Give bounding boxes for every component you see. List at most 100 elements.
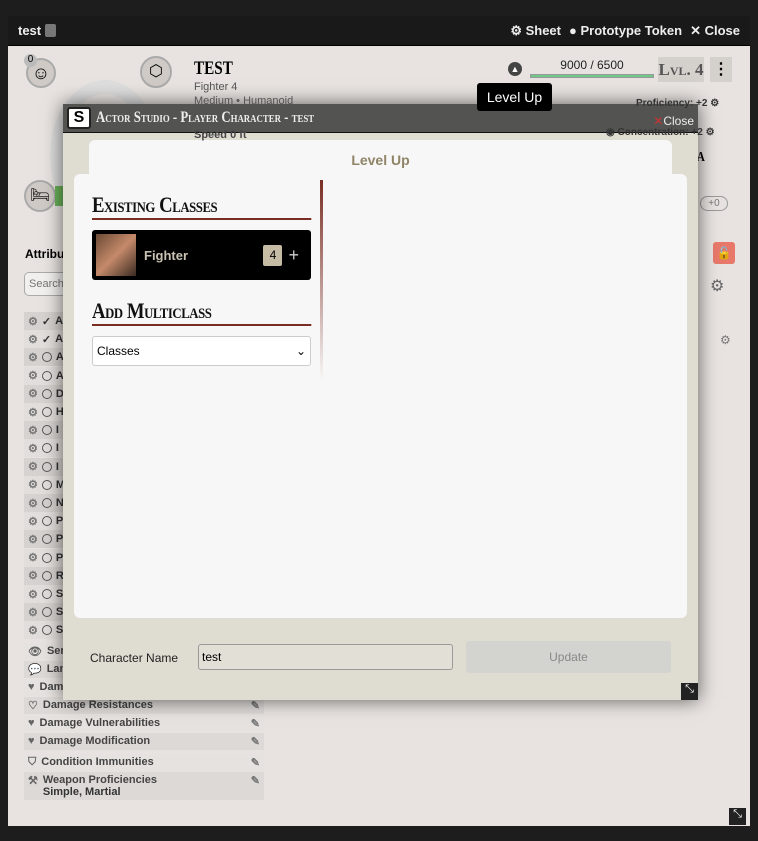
window-header: test ⚙ Sheet ● Prototype Token ✕ Close (8, 16, 750, 46)
classes-select[interactable]: Classes ⌄ (92, 336, 311, 366)
pencil-icon[interactable]: ✎ (251, 717, 260, 730)
gear-icon[interactable]: ⚙ (710, 276, 724, 296)
character-name: TEST (194, 58, 233, 79)
d20-icon[interactable]: ⬡ (140, 56, 172, 88)
gear-icon[interactable]: ⚙ (28, 315, 38, 328)
close-icon: ✕ (653, 114, 664, 128)
trait-label: Weapon Proficiencies (42, 774, 157, 786)
shield-icon: ⛉ (28, 756, 37, 768)
sheet-button[interactable]: ⚙ Sheet (510, 23, 561, 39)
radio-icon[interactable] (41, 625, 52, 636)
radio-icon[interactable] (41, 443, 52, 454)
update-button[interactable]: Update (466, 641, 671, 673)
trait-text: Weapon Proficiencies Simple, Martial (43, 774, 157, 798)
trait-row[interactable]: ⚒ Weapon Proficiencies Simple, Martial ✎ (24, 772, 264, 800)
token-icon (45, 24, 57, 37)
dialog-title: Actor Studio - Player Character - test (96, 109, 315, 126)
trait-value: Simple, Martial (42, 786, 121, 798)
heart-outline-icon: ♡ (28, 700, 38, 712)
window-title: test (18, 23, 42, 38)
gear-icon[interactable]: ⚙ (720, 333, 731, 347)
radio-icon[interactable] (41, 461, 52, 472)
existing-classes-heading: Existing Classes (92, 192, 312, 220)
cha-mod[interactable]: +0 (700, 196, 728, 211)
level-up-tooltip: Level Up (477, 83, 552, 111)
trait-row[interactable]: ⛉ Condition Immunities ✎ (24, 754, 264, 771)
radio-icon[interactable] (41, 589, 52, 599)
radio-icon[interactable] (41, 407, 52, 417)
xp-up-icon[interactable]: ▲ (508, 62, 522, 76)
gear-icon[interactable]: ⚙ (28, 369, 38, 382)
character-speed: Speed 0 ft (194, 129, 247, 141)
radio-icon[interactable] (41, 479, 52, 490)
gear-icon[interactable]: ⚙ (28, 551, 38, 564)
radio-icon[interactable] (41, 388, 52, 399)
gear-icon[interactable]: ⚙ (28, 624, 38, 637)
lock-button[interactable]: 🔓 (713, 242, 735, 264)
gear-icon[interactable]: ⚙ (28, 588, 38, 601)
xp-value[interactable]: 9000 / 6500 (530, 58, 654, 72)
sheet-label: Sheet (525, 22, 561, 38)
close-label: Close (704, 22, 740, 38)
gear-icon[interactable]: ⚙ (28, 424, 38, 437)
attribute-name: A (55, 333, 64, 346)
broken-heart-icon: ♥ (28, 717, 35, 729)
class-item-fighter[interactable]: Fighter 4 + (92, 230, 311, 280)
pencil-icon[interactable]: ✎ (251, 735, 260, 748)
level-up-panel: Existing Classes Fighter 4 + Add Multicl… (74, 174, 687, 618)
trait-row[interactable]: ♥ Damage Vulnerabilities ✎ (24, 715, 264, 732)
radio-icon[interactable] (41, 570, 52, 581)
radio-icon[interactable] (41, 516, 52, 527)
actor-studio-logo: S (67, 107, 91, 129)
class-level: 4 (263, 244, 283, 266)
trait-row[interactable]: ♥ Damage Modification ✎ (24, 733, 264, 750)
resize-handle-icon[interactable]: ⤡ (729, 808, 746, 825)
gear-icon[interactable]: ⚙ (28, 442, 38, 455)
attribute-name: I (55, 424, 59, 437)
add-level-button[interactable]: + (288, 245, 299, 266)
concentration-label: Concentration: (617, 127, 689, 138)
more-options-icon[interactable]: ⋮ (710, 57, 732, 82)
check-icon[interactable]: ✓ (42, 333, 51, 346)
level-button[interactable]: Lvl. 4 (658, 57, 704, 82)
gear-icon[interactable]: ⚙ (28, 515, 38, 528)
dialog-close-button[interactable]: ✕Close (653, 114, 694, 128)
radio-icon[interactable] (41, 370, 52, 381)
character-name-input[interactable] (198, 644, 453, 670)
concentration: ◉ Concentration: +2 ⚙ (606, 127, 715, 138)
pencil-icon[interactable]: ✎ (251, 774, 260, 787)
radio-icon[interactable] (41, 534, 52, 545)
gear-icon[interactable]: ⚙ (28, 569, 38, 582)
gear-icon[interactable]: ⚙ (28, 606, 38, 619)
trait-text: Damage Resistances (43, 699, 153, 711)
character-name-label: Character Name (90, 651, 179, 665)
attribute-name: I (55, 442, 59, 455)
gear-icon[interactable]: ⚙ (28, 333, 38, 346)
proficiency-label: Proficiency: (636, 98, 694, 109)
radio-icon[interactable] (41, 552, 52, 563)
resize-handle-icon[interactable]: ⤡ (681, 683, 698, 700)
trait-text: Damage Vulnerabilities (40, 717, 161, 729)
pencil-icon[interactable]: ✎ (251, 699, 260, 712)
dialog-header[interactable]: S Actor Studio - Player Character - test… (63, 104, 698, 133)
select-value: Classes (97, 344, 140, 358)
gear-icon[interactable]: ⚙ (28, 406, 38, 419)
prototype-token-button[interactable]: ● Prototype Token (569, 23, 682, 39)
radio-icon[interactable] (41, 498, 52, 508)
radio-icon[interactable] (41, 607, 52, 618)
gear-icon[interactable]: ⚙ (28, 533, 38, 546)
gear-icon[interactable]: ⚙ (28, 351, 38, 364)
add-multiclass-heading: Add Multiclass (92, 298, 312, 326)
gear-icon[interactable]: ⚙ (28, 497, 38, 510)
radio-icon[interactable] (41, 352, 52, 363)
gear-icon[interactable]: ⚙ (28, 478, 38, 491)
radio-icon[interactable] (41, 425, 52, 436)
gear-icon[interactable]: ⚙ (28, 460, 38, 473)
inspiration-count: 0 (24, 54, 37, 67)
concentration-value: +2 (691, 127, 703, 138)
check-icon[interactable]: ✓ (42, 315, 51, 328)
gear-icon[interactable]: ⚙ (28, 387, 38, 400)
rest-icon[interactable]: 🛏 (24, 180, 56, 212)
close-window-button[interactable]: ✕ Close (690, 23, 740, 39)
pencil-icon[interactable]: ✎ (251, 756, 260, 769)
